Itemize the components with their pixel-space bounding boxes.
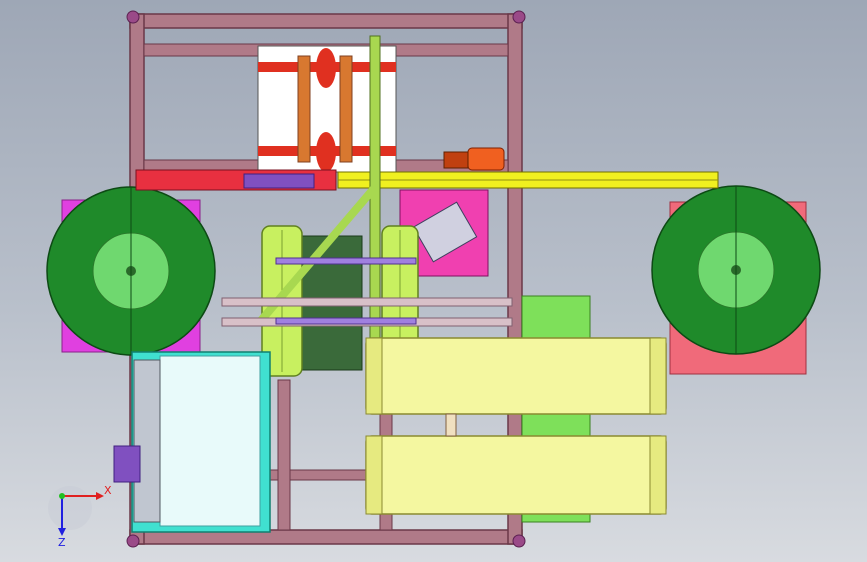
z-axis-label: Z: [58, 536, 66, 549]
triad-origin: [59, 493, 65, 499]
purple-crossbar-1: [275, 257, 417, 265]
cabinet-door: [159, 355, 261, 527]
foot-bottom-right: [512, 534, 526, 548]
frame-top-tube: [129, 13, 523, 29]
lower-belt-body: [365, 435, 667, 515]
cabinet-connector: [113, 445, 141, 483]
slide-rail-top: [221, 297, 513, 307]
cutter-shaft-left: [297, 55, 311, 163]
cad-viewport[interactable]: X Z: [0, 0, 867, 562]
upper-belt-end-right: [649, 337, 667, 415]
feed-clamp: [243, 173, 315, 189]
belt-connector: [445, 413, 457, 437]
left-winding-drum[interactable]: [46, 186, 216, 356]
cutter-blade-bottom: [316, 132, 336, 172]
cabinet-din-rail: [133, 359, 161, 523]
upper-belt-body: [365, 337, 667, 415]
x-axis-head: [96, 492, 104, 500]
upper-conveyor-belt[interactable]: [365, 337, 667, 415]
foot-top-left: [126, 10, 140, 24]
foot-bottom-left: [126, 534, 140, 548]
foot-top-right: [512, 10, 526, 24]
motor-body: [467, 147, 505, 171]
lower-belt-end-right: [649, 435, 667, 515]
lower-belt-end-left: [365, 435, 383, 515]
cutter-shaft-right: [339, 55, 353, 163]
yellow-guide-rail[interactable]: [337, 171, 719, 189]
triad-backdrop: [48, 486, 92, 530]
cutter-blade-top: [316, 48, 336, 88]
upper-belt-end-left: [365, 337, 383, 415]
lower-conveyor-belt[interactable]: [365, 435, 667, 515]
motor-gearbox: [443, 151, 469, 169]
drive-motor[interactable]: [443, 147, 505, 171]
assembly-view[interactable]: X Z: [0, 0, 867, 562]
frame-inner-post-left: [277, 379, 291, 531]
coordinate-triad: X Z: [48, 484, 112, 549]
right-winding-drum[interactable]: [651, 185, 821, 375]
red-feed-bar[interactable]: [135, 169, 337, 191]
x-axis-label: X: [104, 484, 112, 497]
y-axis-head: [58, 528, 66, 536]
electrical-cabinet[interactable]: [113, 351, 271, 533]
purple-crossbar-2: [275, 317, 417, 325]
